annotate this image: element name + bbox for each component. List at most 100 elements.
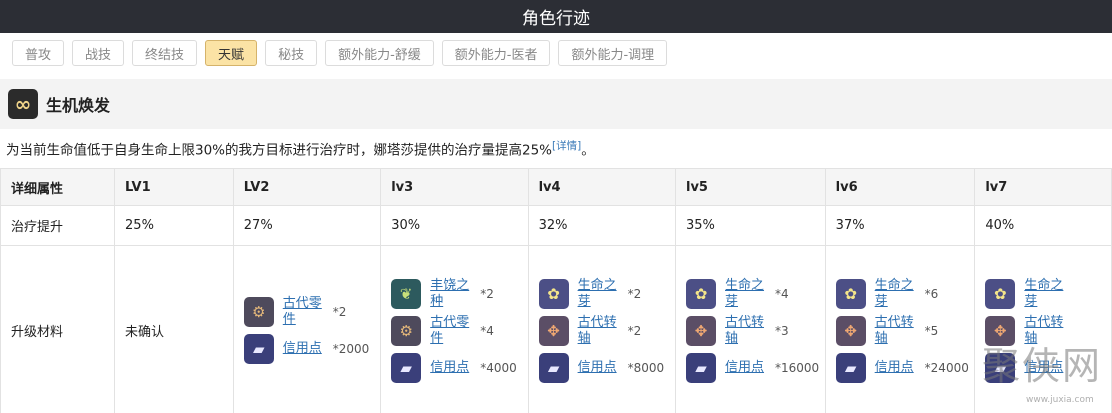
watermark-url: www.juxia.com [1026,395,1094,405]
material-link[interactable]: 古代零件 [283,296,325,328]
lv1-materials: 未确认 [114,245,234,413]
heal-value: 35% [675,205,826,246]
material-item: ⚙ 古代零件 *4 [391,312,527,349]
material-count: *4000 [480,360,517,375]
material-count: *6 [924,286,939,301]
heal-value: 30% [380,205,529,246]
tab-basic-attack[interactable]: 普攻 [12,40,65,66]
material-count: *3 [775,323,789,338]
material-item: ✿ 生命之芽 [985,275,1111,312]
materials-row: 升级材料 未确认 ⚙ 古代零件 *2 ▰ 信用点 *2000 ❦ 丰饶之种 *2 ⚙ 古代零件 *4… [0,245,1112,413]
skill-tabs: 普攻 战技 终结技 天赋 秘技 额外能力-舒缓 额外能力-医者 额外能力-调理 [12,40,668,66]
header-level: lv6 [824,168,976,206]
material-count: *24000 [924,360,969,375]
page-title: 角色行迹 [522,9,590,29]
tab-bonus-soothe[interactable]: 额外能力-舒缓 [325,40,434,66]
attribute-table: 详细属性 LV1 LV2 lv3 lv4 lv5 lv6 lv7 治疗提升 25… [0,168,1112,413]
material-link[interactable]: 丰饶之种 [430,278,472,310]
axis-icon: ✥ [835,315,866,346]
heal-value: 27% [232,205,382,246]
tab-bonus-recuperation[interactable]: 额外能力-调理 [558,40,668,66]
skill-description-text: 为当前生命值低于自身生命上限30%的我方目标进行治疗时，娜塔莎提供的治疗量提高2… [6,142,553,159]
bloom-icon: ✿ [538,278,569,309]
heal-value: 37% [824,205,976,246]
material-item: ✥ 古代转轴 *5 [835,312,975,349]
lv2-materials: ⚙ 古代零件 *2 ▰ 信用点 *2000 [232,245,382,413]
material-link[interactable]: 生命之芽 [578,278,620,310]
header-level: LV1 [114,168,234,206]
page-title-bar: 角色行迹 [0,0,1112,33]
header-level: lv7 [974,168,1112,206]
skill-description: 为当前生命值低于自身生命上限30%的我方目标进行治疗时，娜塔莎提供的治疗量提高2… [6,138,595,159]
skill-name: 生机焕发 [46,96,111,115]
tab-skill[interactable]: 战技 [72,40,125,66]
tab-bonus-healer[interactable]: 额外能力-医者 [441,40,551,66]
heal-value: 25% [114,205,234,246]
skill-description-end: 。 [581,142,595,159]
tab-ultimate[interactable]: 终结技 [132,40,198,66]
lv5-materials: ✿ 生命之芽 *4 ✥ 古代转轴 *3 ▰ 信用点 *16000 [675,245,826,413]
material-link[interactable]: 信用点 [725,360,767,376]
bloom-icon: ✿ [835,278,866,309]
skill-header: ∞ 生机焕发 [0,79,1112,129]
header-level: lv5 [675,168,826,206]
material-link[interactable]: 信用点 [430,360,472,376]
credit-icon: ▰ [538,352,569,383]
table-header-row: 详细属性 LV1 LV2 lv3 lv4 lv5 lv6 lv7 [0,168,1112,206]
material-link[interactable]: 信用点 [283,341,325,357]
header-level: LV2 [232,168,382,206]
material-count: *16000 [775,360,820,375]
bloom-icon: ✿ [985,278,1016,309]
lv4-materials: ✿ 生命之芽 *2 ✥ 古代转轴 *2 ▰ 信用点 *8000 [527,245,677,413]
gear-icon: ⚙ [243,297,274,327]
material-link[interactable]: 生命之芽 [725,278,767,310]
material-link[interactable]: 信用点 [875,360,917,376]
material-count: *2 [627,323,642,338]
credit-icon: ▰ [391,352,422,383]
material-link[interactable]: 古代转轴 [725,315,767,347]
materials-row-label: 升级材料 [0,245,116,413]
material-count: *4 [775,286,789,301]
material-count: *2000 [332,342,370,356]
material-link[interactable]: 古代转轴 [875,315,917,347]
material-count: *2 [627,286,642,301]
heal-row-label: 治疗提升 [0,205,116,246]
material-count: *8000 [627,360,665,375]
material-link[interactable]: 生命之芽 [875,278,917,310]
material-link[interactable]: 信用点 [578,360,620,376]
header-level: lv4 [527,168,677,206]
gear-icon: ⚙ [391,315,422,346]
credit-icon: ▰ [686,352,716,383]
material-item: ▰ 信用点 *8000 [538,349,675,386]
lv3-materials: ❦ 丰饶之种 *2 ⚙ 古代零件 *4 ▰ 信用点 *4000 [380,245,529,413]
material-count: *5 [924,323,939,338]
material-item: ▰ 信用点 *24000 [835,349,975,386]
material-item: ✥ 古代转轴 *2 [538,312,675,349]
material-item: ⚙ 古代零件 *2 [243,294,380,331]
material-link[interactable]: 古代转轴 [578,315,620,347]
axis-icon: ✥ [686,315,716,346]
seed-icon: ❦ [391,278,422,309]
lv6-materials: ✿ 生命之芽 *6 ✥ 古代转轴 *5 ▰ 信用点 *24000 [824,245,976,413]
credit-icon: ▰ [835,352,866,383]
tab-talent[interactable]: 天赋 [205,40,258,66]
material-count: *4 [480,323,494,338]
material-item: ❦ 丰饶之种 *2 [391,275,527,312]
axis-icon: ✥ [538,315,569,346]
heal-value: 40% [974,205,1112,246]
site-watermark: 聚侠网 www.juxia.com [982,335,1108,409]
material-link[interactable]: 古代零件 [430,315,472,347]
material-item: ▰ 信用点 *4000 [391,349,527,386]
infinity-icon: ∞ [8,89,38,119]
material-item: ✿ 生命之芽 *2 [538,275,675,312]
heal-value: 32% [527,205,677,246]
tab-technique[interactable]: 秘技 [265,40,318,66]
header-level: lv3 [380,168,529,206]
bloom-icon: ✿ [686,278,716,309]
credit-icon: ▰ [243,334,274,364]
material-item: ▰ 信用点 *16000 [686,349,825,386]
material-item: ✥ 古代转轴 *3 [686,312,825,349]
material-link[interactable]: 生命之芽 [1024,278,1066,310]
material-count: *2 [332,305,347,319]
detail-link[interactable]: [详情] [552,140,581,152]
